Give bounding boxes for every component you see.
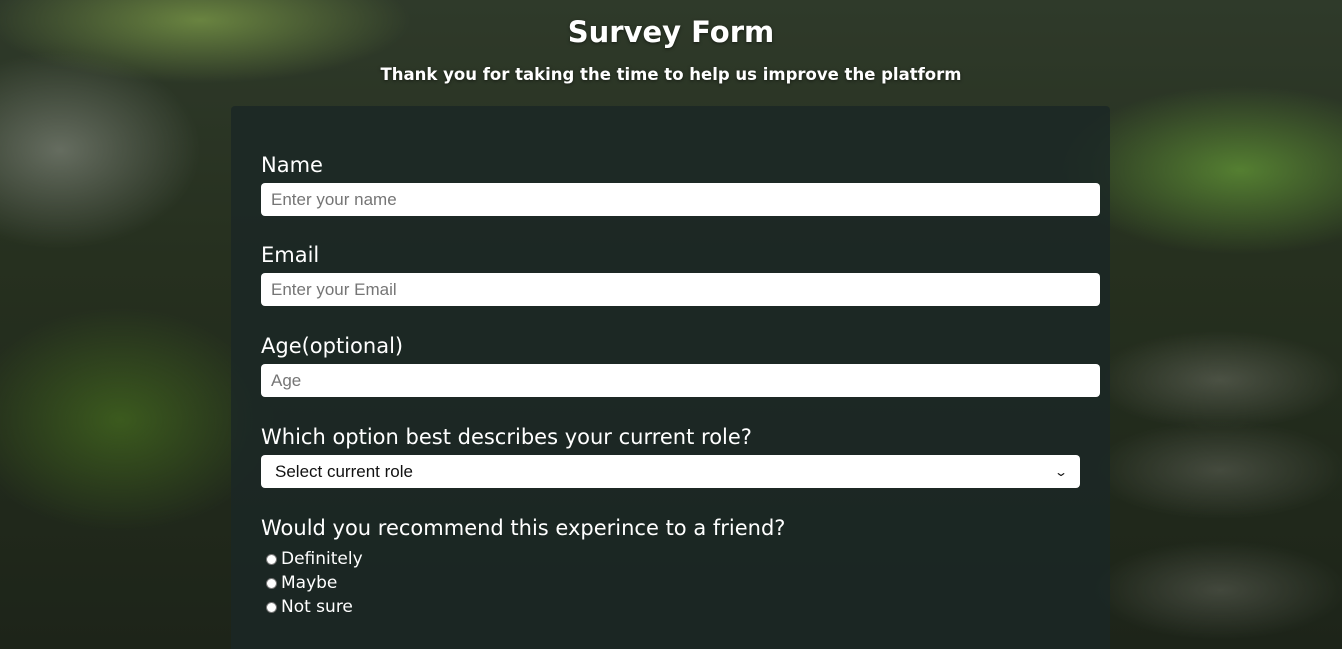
- radio-button[interactable]: [266, 577, 277, 589]
- radio-option-definitely[interactable]: Definitely: [266, 547, 363, 571]
- survey-form: Name Email Age(optional) Which option be…: [231, 106, 1110, 649]
- radio-label: Maybe: [281, 573, 338, 593]
- radio-option-maybe[interactable]: Maybe: [266, 571, 337, 595]
- name-field-group: Name: [261, 151, 323, 179]
- email-input[interactable]: [261, 273, 1100, 306]
- name-label: Name: [261, 153, 323, 177]
- age-field-group: Age(optional): [261, 332, 403, 360]
- recommend-field-group: Would you recommend this experince to a …: [261, 514, 785, 542]
- page-subtitle: Thank you for taking the time to help us…: [380, 65, 962, 84]
- chevron-down-icon: ⌄: [1053, 464, 1069, 479]
- age-input[interactable]: [261, 364, 1100, 397]
- page-header: Survey Form Thank you for taking the tim…: [0, 0, 1342, 86]
- name-input[interactable]: [261, 183, 1100, 216]
- recommend-label: Would you recommend this experince to a …: [261, 516, 786, 540]
- radio-option-not-sure[interactable]: Not sure: [266, 595, 353, 619]
- role-label: Which option best describes your current…: [261, 425, 752, 449]
- role-select[interactable]: Select current role ⌄: [261, 455, 1080, 488]
- radio-button[interactable]: [266, 601, 277, 613]
- role-field-group: Which option best describes your current…: [261, 423, 752, 451]
- age-label: Age(optional): [261, 334, 404, 358]
- email-label: Email: [261, 243, 320, 267]
- page-title: Survey Form: [567, 15, 775, 49]
- role-select-value: Select current role: [275, 461, 413, 481]
- radio-label: Not sure: [281, 597, 353, 617]
- email-field-group: Email: [261, 241, 319, 269]
- radio-button[interactable]: [266, 553, 277, 565]
- radio-label: Definitely: [281, 549, 363, 569]
